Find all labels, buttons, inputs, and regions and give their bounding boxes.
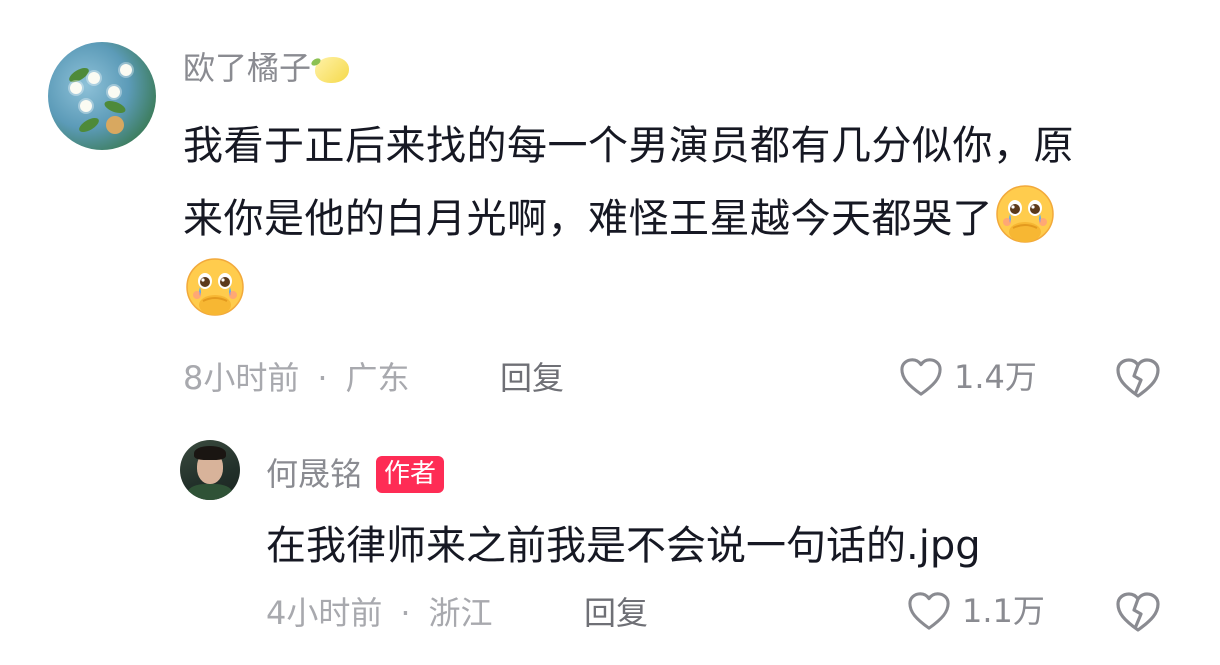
comment-text: 我看于正后来找的每一个男演员都有几分似你，原 来你是他的白月光啊，难怪王星越今天… — [183, 110, 1168, 328]
author-badge: 作者 — [376, 456, 445, 493]
avatar-flower — [88, 72, 100, 84]
reply-meta: 4小时前 · 浙江 — [266, 597, 493, 629]
avatar-fruit — [106, 116, 124, 134]
avatar-hair — [194, 446, 226, 460]
avatar-flower — [108, 86, 120, 98]
crying-emoji-icon — [183, 255, 247, 319]
like-button[interactable]: 1.1万 — [906, 590, 1045, 632]
reply-text: 在我律师来之前我是不会说一句话的.jpg — [266, 523, 981, 569]
crying-emoji-icon — [993, 182, 1057, 246]
avatar-flower — [80, 100, 92, 112]
avatar-collar — [188, 484, 232, 500]
username[interactable]: 何晟铭 作者 — [266, 455, 445, 493]
meta-separator: · — [400, 594, 411, 632]
avatar-flower — [70, 82, 82, 94]
avatar[interactable] — [48, 42, 156, 150]
like-button[interactable]: 1.4万 — [898, 356, 1037, 398]
comment-location: 广东 — [345, 359, 410, 397]
username[interactable]: 欧了橘子 — [183, 49, 350, 87]
avatar-leaf — [76, 115, 102, 135]
avatar-flower — [120, 64, 132, 76]
like-count: 1.4万 — [954, 358, 1037, 396]
like-count: 1.1万 — [962, 592, 1045, 630]
username-text[interactable]: 何晟铭 — [266, 455, 362, 493]
dislike-button[interactable] — [1114, 590, 1162, 634]
lemon-icon — [315, 57, 350, 83]
comment-time: 8小时前 — [183, 359, 300, 397]
avatar-leaf — [102, 98, 128, 116]
avatar[interactable] — [180, 440, 240, 500]
heart-icon[interactable] — [906, 590, 952, 632]
reply-time: 4小时前 — [266, 594, 383, 632]
heart-icon[interactable] — [898, 356, 944, 398]
reply-button[interactable]: 回复 — [584, 597, 648, 629]
broken-heart-icon[interactable] — [1114, 590, 1162, 634]
reply-location: 浙江 — [428, 594, 493, 632]
reply-button[interactable]: 回复 — [500, 362, 564, 394]
broken-heart-icon[interactable] — [1114, 356, 1162, 400]
comment-text-line: 我看于正后来找的每一个男演员都有几分似你，原 — [183, 123, 1074, 169]
username-text[interactable]: 欧了橘子 — [183, 49, 311, 87]
meta-separator: · — [317, 359, 328, 397]
comment-text-line: 来你是他的白月光啊，难怪王星越今天都哭了 — [183, 196, 993, 242]
comment-meta: 8小时前 · 广东 — [183, 362, 410, 394]
dislike-button[interactable] — [1114, 356, 1162, 400]
